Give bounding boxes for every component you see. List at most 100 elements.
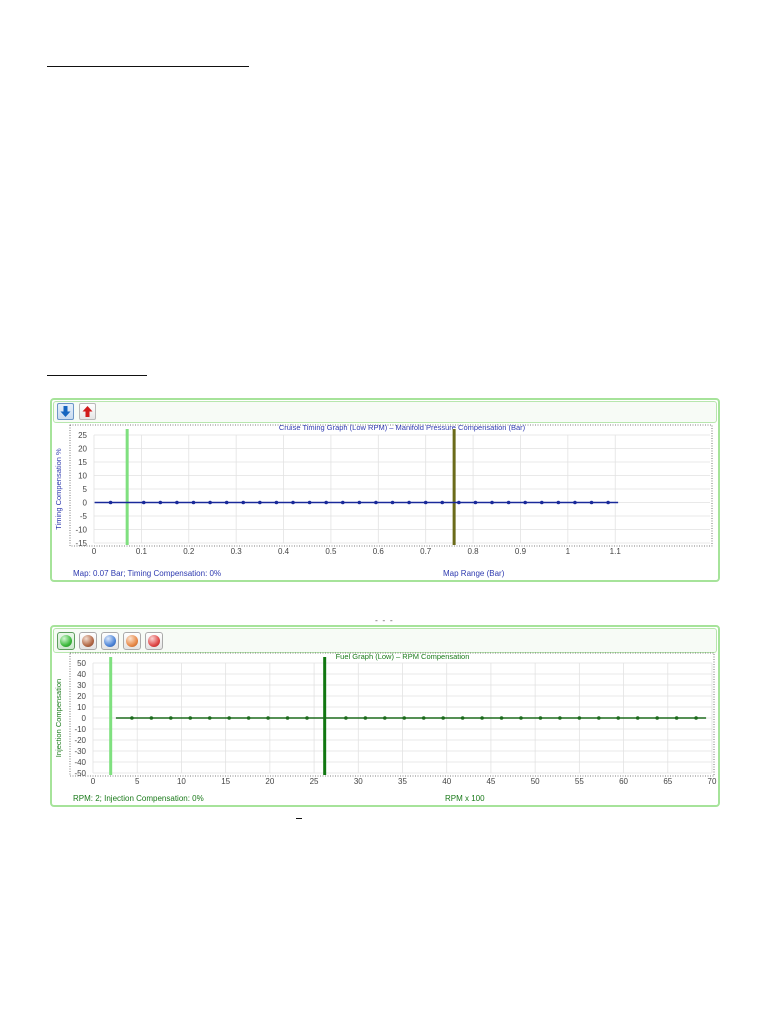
x-tick-label: 60 [619, 777, 628, 786]
fuel-status-text: RPM: 2; Injection Compensation: 0% [73, 794, 204, 803]
y-tick-label: -15 [75, 539, 87, 548]
orange-orb-icon [126, 635, 138, 647]
y-tick-label: 50 [77, 659, 86, 668]
red-orb-icon [148, 635, 160, 647]
data-point [407, 500, 411, 505]
move-down-button[interactable] [57, 403, 74, 420]
data-point [577, 716, 582, 720]
data-point [307, 500, 312, 505]
data-point [402, 716, 407, 720]
y-tick-label: 0 [83, 499, 88, 508]
data-point [149, 716, 154, 720]
y-tick-label: 25 [78, 431, 87, 440]
data-point [285, 716, 290, 720]
data-point [191, 500, 196, 505]
data-point [423, 500, 428, 505]
x-tick-label: 0.6 [373, 547, 385, 556]
green-orb-button[interactable] [57, 632, 75, 650]
x-tick-label: 40 [442, 777, 451, 786]
x-tick-label: 10 [177, 777, 186, 786]
data-point [655, 716, 659, 720]
x-tick-label: 25 [310, 777, 319, 786]
y-tick-label: -30 [74, 747, 86, 756]
data-point [344, 716, 348, 720]
data-point [480, 716, 484, 720]
x-tick-label: 55 [575, 777, 584, 786]
data-point [227, 716, 231, 720]
data-point [188, 716, 193, 720]
x-tick-label: 0.9 [515, 547, 527, 556]
x-tick-label: 0.8 [468, 547, 480, 556]
x-tick-label: 0 [91, 777, 96, 786]
data-point [207, 716, 212, 720]
fuel-x-axis-label: RPM x 100 [445, 794, 485, 803]
x-tick-label: 70 [708, 777, 717, 786]
x-tick-label: 20 [265, 777, 274, 786]
chart-title: Cruise Timing Graph (Low RPM) – Manifold… [279, 423, 526, 432]
data-point [258, 500, 262, 505]
data-point [523, 500, 527, 505]
y-tick-label: 20 [77, 692, 86, 701]
timing-status-text: Map: 0.07 Bar; Timing Compensation: 0% [73, 569, 222, 578]
data-point [538, 716, 543, 720]
data-point [674, 716, 679, 720]
data-point [589, 500, 594, 505]
data-point [457, 500, 461, 505]
data-point [169, 716, 173, 720]
data-point [597, 716, 601, 720]
x-tick-label: 0.7 [420, 547, 432, 556]
timing-graph-panel: Cruise Timing Graph (Low RPM) – Manifold… [50, 398, 720, 582]
fuel-chart[interactable]: Fuel Graph (Low) – RPM Compensation50403… [52, 649, 718, 807]
data-point [305, 716, 309, 720]
x-tick-label: 0 [92, 547, 97, 556]
y-tick-label: 20 [78, 445, 87, 454]
x-tick-label: 0.2 [183, 547, 195, 556]
x-tick-label: 0.4 [278, 547, 290, 556]
data-point [519, 716, 523, 720]
brown-orb-button[interactable] [79, 632, 97, 650]
timing-chart[interactable]: Cruise Timing Graph (Low RPM) – Manifold… [52, 422, 718, 582]
panel-splitter[interactable]: - - - [375, 616, 394, 625]
plot-frame [69, 424, 713, 547]
data-point [130, 716, 134, 720]
arrow-up-icon [82, 406, 93, 417]
heading-underline-2 [47, 375, 147, 376]
data-point [141, 500, 146, 505]
y-tick-label: 30 [77, 681, 86, 690]
x-tick-label: 5 [135, 777, 140, 786]
blue-orb-button[interactable] [101, 632, 119, 650]
data-point [291, 500, 295, 505]
y-tick-label: 0 [82, 714, 87, 723]
y-tick-label: 10 [77, 703, 86, 712]
data-point [324, 500, 328, 505]
x-tick-label: 15 [221, 777, 230, 786]
x-tick-label: 65 [663, 777, 672, 786]
x-tick-label: 0.3 [231, 547, 243, 556]
data-point [573, 500, 577, 505]
x-tick-label: 0.1 [136, 547, 148, 556]
x-tick-label: 1.1 [610, 547, 622, 556]
data-point [506, 500, 511, 505]
orange-orb-button[interactable] [123, 632, 141, 650]
red-orb-button[interactable] [145, 632, 163, 650]
y-tick-label: -40 [74, 758, 86, 767]
x-tick-label: 35 [398, 777, 407, 786]
data-point [441, 716, 445, 720]
heading-underline-1 [47, 66, 249, 67]
y-tick-label: -10 [74, 725, 86, 734]
data-point [490, 500, 494, 505]
move-up-button[interactable] [79, 403, 96, 420]
y-tick-label: -5 [80, 512, 88, 521]
x-tick-label: 0.5 [325, 547, 337, 556]
y-tick-label: 40 [77, 670, 86, 679]
x-tick-label: 50 [531, 777, 540, 786]
data-point [383, 716, 387, 720]
data-point [390, 500, 395, 505]
data-point [363, 716, 368, 720]
data-point [224, 500, 229, 505]
data-point [694, 716, 698, 720]
data-point [357, 500, 362, 505]
data-point [175, 500, 179, 505]
data-point [556, 500, 561, 505]
data-point [460, 716, 465, 720]
